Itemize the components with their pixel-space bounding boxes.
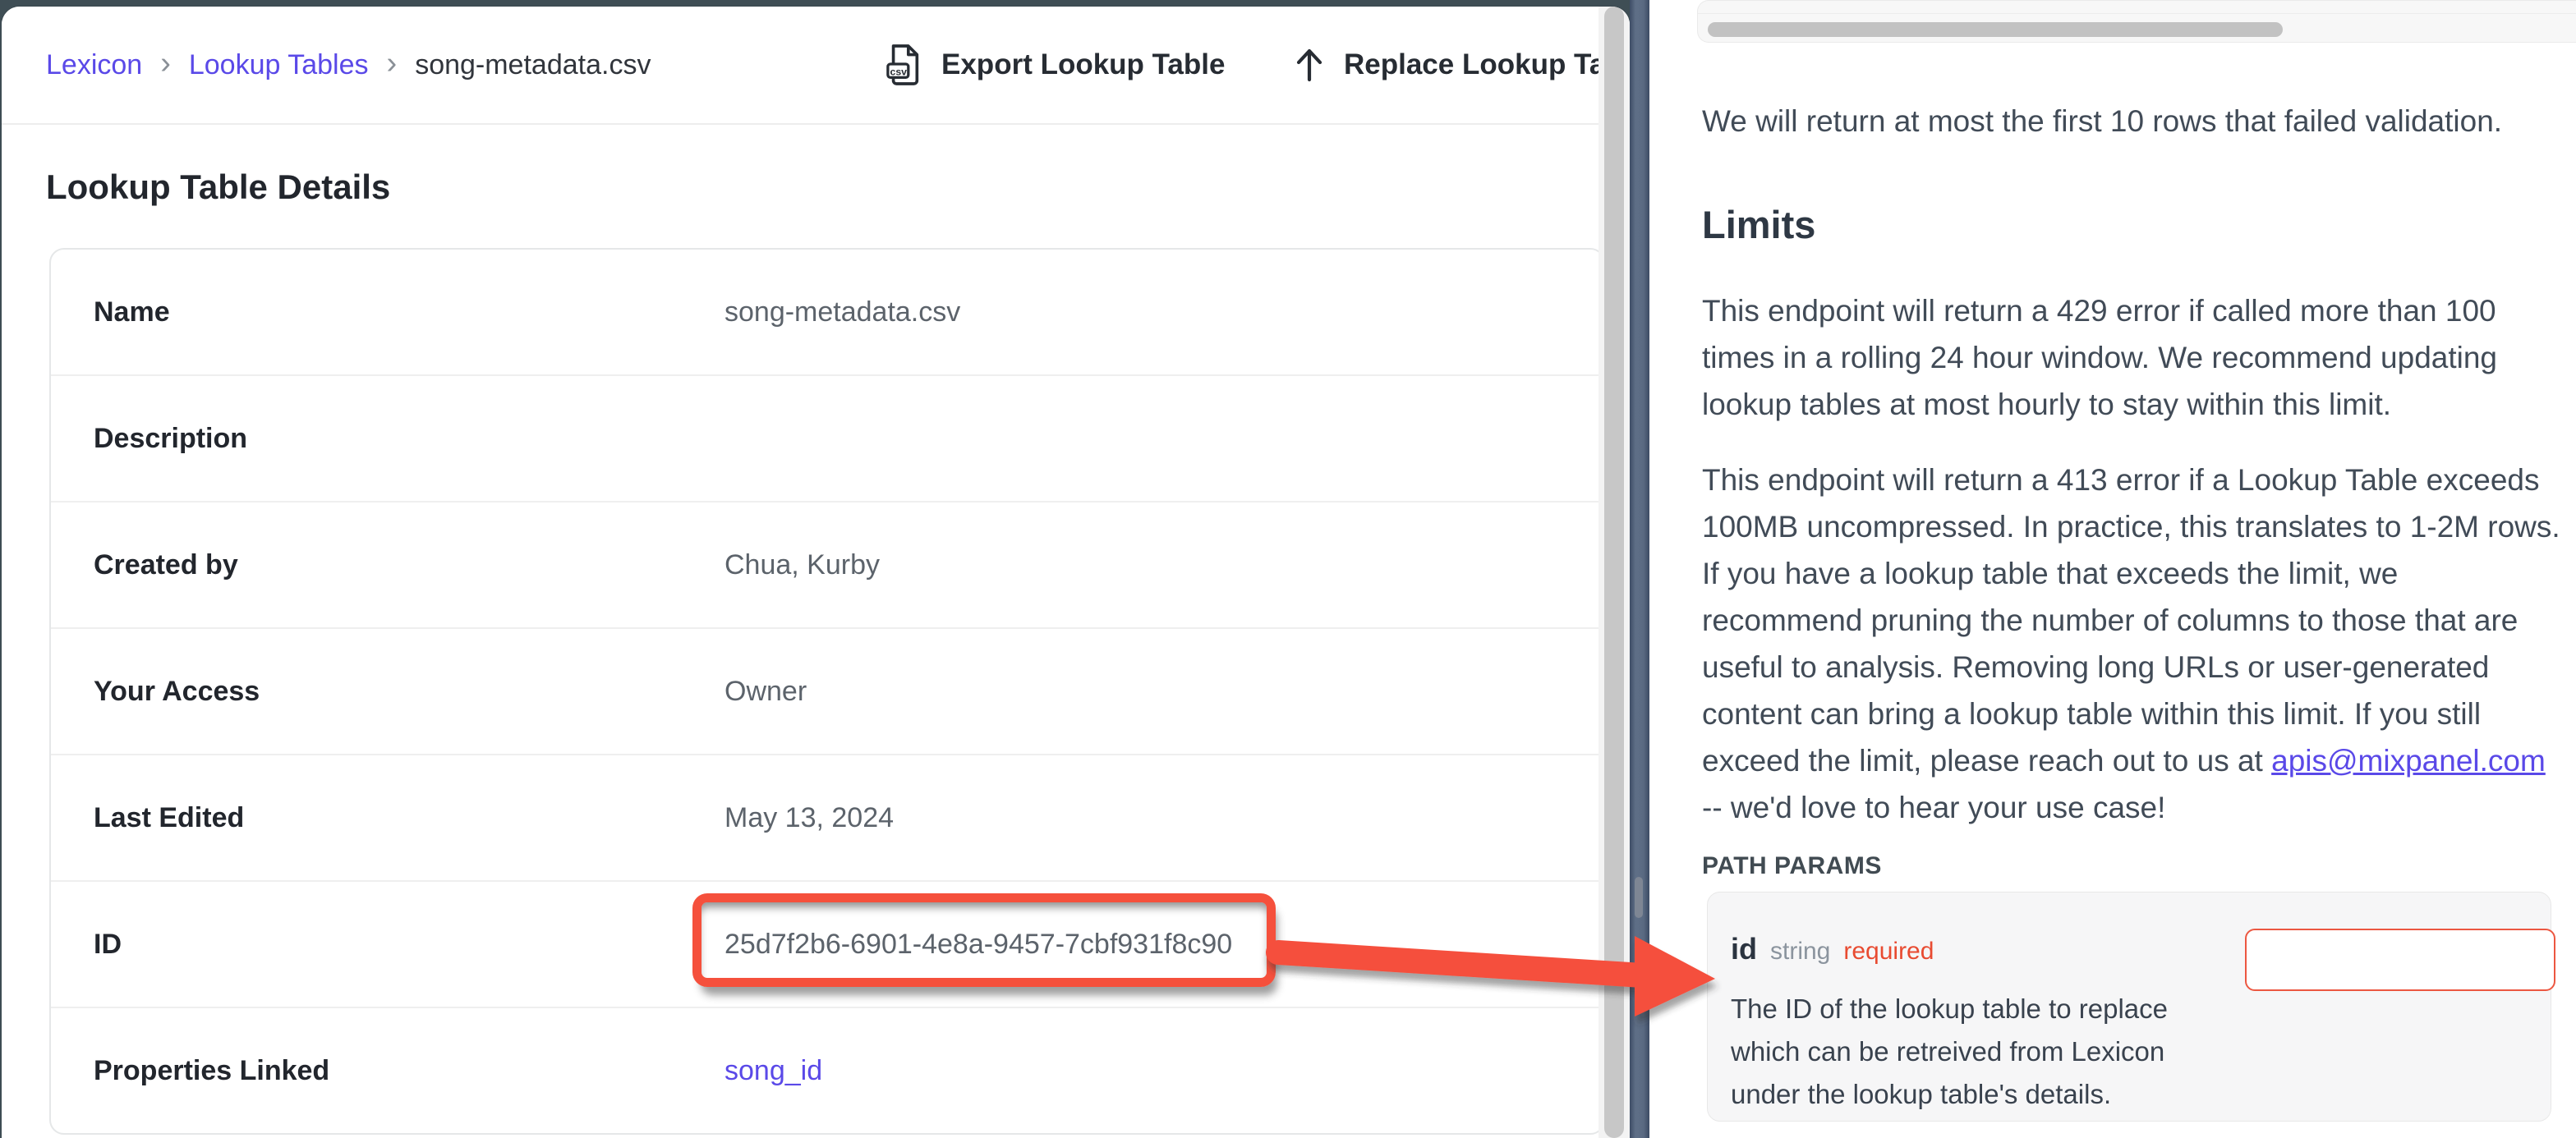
param-description-line: which can be retreived from Lexicon [1731, 1030, 2168, 1073]
detail-row-id: ID 25d7f2b6-6901-4e8a-9457-7cbf931f8c90 [51, 882, 1603, 1008]
page-title: Lookup Table Details [46, 167, 390, 207]
detail-value-created-by: Chua, Kurby [724, 502, 880, 627]
breadcrumb-current-file: song-metadata.csv [415, 49, 651, 81]
apis-mixpanel-email-link[interactable]: apis@mixpanel.com [2271, 744, 2546, 778]
lookup-table-details-window: Lexicon › Lookup Tables › song-metadata.… [2, 7, 1630, 1138]
detail-value-name: song-metadata.csv [724, 250, 960, 374]
id-param-input[interactable] [2245, 929, 2555, 991]
chevron-right-icon: › [160, 46, 171, 81]
detail-row-last-edited: Last Edited May 13, 2024 [51, 755, 1603, 882]
api-docs-panel: We will return at most the first 10 rows… [1649, 0, 2576, 1138]
detail-label: Description [94, 376, 247, 501]
detail-label: ID [94, 882, 122, 1007]
docs-intro-text: We will return at most the first 10 rows… [1702, 100, 2563, 143]
param-description-line: under the lookup table's details. [1731, 1073, 2168, 1116]
left-window-scrollbar-thumb[interactable] [1604, 7, 1624, 1138]
limits-paragraph-429: This endpoint will return a 429 error if… [1702, 287, 2563, 428]
limits-paragraph-413-text: This endpoint will return a 413 error if… [1702, 463, 2560, 778]
detail-row-created-by: Created by Chua, Kurby [51, 502, 1603, 629]
param-description: The ID of the lookup table to replace wh… [1731, 988, 2168, 1116]
detail-row-properties-linked: Properties Linked song_id [51, 1008, 1603, 1133]
replace-button-label: Replace Lookup Tabl [1344, 48, 1630, 81]
detail-label: Your Access [94, 629, 260, 754]
csv-file-icon: csv [886, 43, 923, 87]
detail-value-last-edited: May 13, 2024 [724, 755, 894, 880]
docs-horizontal-scrollbar-thumb[interactable] [1708, 22, 2283, 37]
id-param-header: id string required [1731, 932, 1934, 966]
divider-scrollbar-thumb[interactable] [1635, 877, 1643, 918]
detail-row-your-access: Your Access Owner [51, 629, 1603, 755]
export-button-label: Export Lookup Table [941, 48, 1225, 81]
chevron-right-icon: › [387, 46, 398, 81]
param-name: id [1731, 932, 1757, 966]
screenshot-root: Lexicon › Lookup Tables › song-metadata.… [0, 0, 2576, 1138]
param-type: string [1770, 938, 1830, 966]
param-required-badge: required [1843, 938, 1934, 966]
limits-paragraph-413-tail: -- we'd love to hear your use case! [1702, 791, 2165, 824]
docs-horizontal-scrollbar-track [1697, 0, 2576, 43]
detail-label: Name [94, 250, 170, 374]
breadcrumb: Lexicon › Lookup Tables › song-metadata.… [46, 7, 651, 123]
limits-paragraph-413: This endpoint will return a 413 error if… [1702, 457, 2563, 831]
breadcrumb-lookup-tables-link[interactable]: Lookup Tables [189, 49, 369, 81]
path-params-section-label: PATH PARAMS [1702, 852, 1882, 880]
detail-label: Last Edited [94, 755, 244, 880]
left-window-scrollbar-track [1598, 7, 1630, 1138]
left-window-header: Lexicon › Lookup Tables › song-metadata.… [2, 7, 1630, 125]
detail-label: Created by [94, 502, 238, 627]
upload-arrow-icon [1293, 45, 1326, 85]
breadcrumb-lexicon-link[interactable]: Lexicon [46, 49, 142, 81]
detail-row-description: Description [51, 376, 1603, 502]
detail-label: Properties Linked [94, 1008, 329, 1133]
detail-row-name: Name song-metadata.csv [51, 250, 1603, 376]
scrollbar-divider-line [1698, 13, 2576, 14]
param-description-line: The ID of the lookup table to replace [1731, 988, 2168, 1030]
detail-value-id: 25d7f2b6-6901-4e8a-9457-7cbf931f8c90 [724, 882, 1232, 1007]
svg-text:csv: csv [890, 66, 908, 77]
song-id-property-link[interactable]: song_id [724, 1008, 822, 1133]
detail-value-your-access: Owner [724, 629, 807, 754]
lookup-table-details-card: Name song-metadata.csv Description Creat… [49, 248, 1605, 1135]
export-lookup-table-button[interactable]: csv Export Lookup Table [886, 7, 1225, 123]
replace-lookup-table-button[interactable]: Replace Lookup Tabl [1293, 7, 1630, 123]
limits-heading: Limits [1702, 202, 1815, 247]
id-param-card: id string required The ID of the lookup … [1707, 892, 2551, 1122]
